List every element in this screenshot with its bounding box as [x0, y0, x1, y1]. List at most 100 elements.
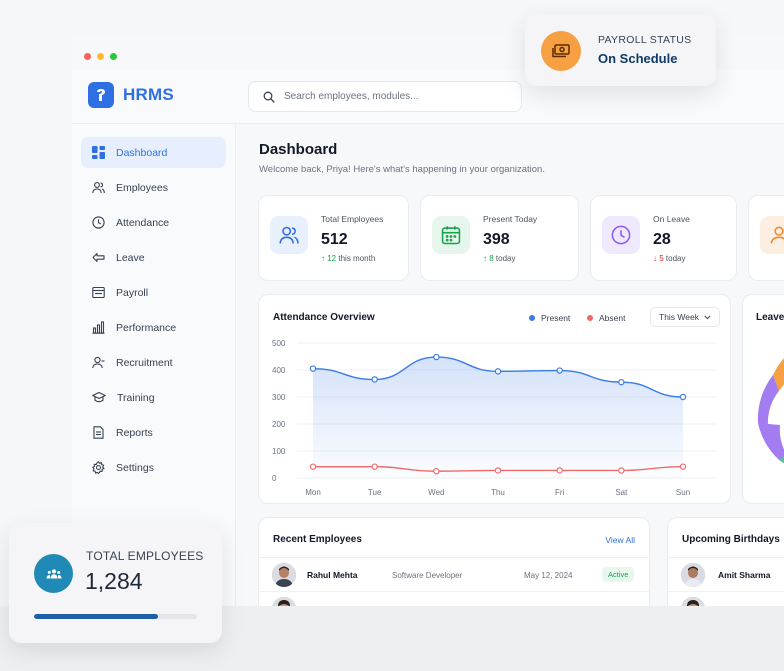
- sidebar-item-training[interactable]: Training: [81, 382, 226, 413]
- x-tick-label: Tue: [368, 488, 382, 497]
- maximize-window-dot[interactable]: [110, 53, 117, 60]
- sidebar-item-attendance[interactable]: Attendance: [81, 207, 226, 238]
- team-icon: [34, 554, 73, 593]
- sidebar-item-leave[interactable]: Leave: [81, 242, 226, 273]
- stat-card-on-leave[interactable]: On Leave 28 ↓ 5 today: [590, 195, 737, 281]
- x-tick-label: Mon: [305, 488, 321, 497]
- donut-segment-purple-2: [758, 423, 784, 460]
- user-search-icon: [92, 356, 105, 369]
- clock-icon: [602, 216, 640, 254]
- stat-card-total-employees[interactable]: Total Employees 512 ↑ 12 this month: [258, 195, 409, 281]
- money-icon: [541, 31, 581, 71]
- legend-present[interactable]: Present: [529, 313, 570, 323]
- payroll-status-value: On Schedule: [598, 51, 678, 66]
- users-icon: [92, 182, 105, 194]
- progress-fill: [34, 614, 158, 619]
- present-point: [556, 367, 563, 374]
- sidebar-item-label: Performance: [116, 321, 177, 334]
- sidebar-item-label: Payroll: [116, 286, 149, 299]
- present-point: [433, 353, 440, 361]
- sidebar-item-employees[interactable]: Employees: [81, 172, 226, 203]
- leave-arrow-icon: [92, 252, 105, 263]
- status-badge: Active: [602, 567, 635, 582]
- avatar: [272, 563, 296, 587]
- user-icon: [760, 216, 784, 254]
- view-all-link[interactable]: View All: [605, 535, 635, 545]
- y-tick-label: 0: [272, 474, 277, 483]
- absent-point: [309, 463, 317, 470]
- app-logo[interactable]: HRMS: [88, 82, 174, 108]
- x-tick-label: Fri: [555, 488, 565, 497]
- stat-delta-value: 8: [489, 254, 494, 263]
- page-title: Dashboard: [259, 141, 338, 158]
- y-tick-label: 100: [272, 447, 286, 456]
- chevron-down-icon: [704, 314, 711, 319]
- present-point: [371, 376, 378, 383]
- sidebar-item-label: Leave: [116, 251, 145, 264]
- legend-present-label: Present: [541, 313, 571, 323]
- birthday-name: Amit Sharma: [718, 570, 771, 580]
- stat-delta-text: today: [495, 254, 516, 263]
- stat-value: 512: [321, 231, 348, 248]
- sidebar-item-label: Employees: [116, 181, 168, 194]
- stat-delta-arrow: ↑: [483, 254, 487, 263]
- logo-text: HRMS: [123, 85, 174, 104]
- stat-value: 28: [653, 231, 671, 248]
- stat-delta-arrow: ↑: [321, 254, 325, 263]
- leave-donut-chart: [757, 358, 784, 464]
- x-tick-label: Sat: [615, 488, 628, 497]
- minimize-window-dot[interactable]: [97, 53, 104, 60]
- close-window-dot[interactable]: [84, 53, 91, 60]
- employee-date: May 12, 2024: [524, 571, 573, 580]
- stat-label: On Leave: [653, 214, 690, 224]
- list-item[interactable]: Amit Sharma: [668, 557, 784, 591]
- payroll-status-card: PAYROLL STATUS On Schedule: [525, 14, 716, 86]
- sidebar-item-label: Settings: [116, 461, 154, 474]
- users-icon: [270, 216, 308, 254]
- stat-delta: ↑ 12 this month: [321, 254, 375, 263]
- calendar-icon: [432, 216, 470, 254]
- stat-delta-value: 5: [659, 254, 664, 263]
- sidebar-item-label: Reports: [116, 426, 153, 439]
- stat-value: 398: [483, 231, 510, 248]
- total-employees-label: TOTAL EMPLOYEES: [86, 549, 204, 563]
- sidebar-item-performance[interactable]: Performance: [81, 312, 226, 343]
- total-employees-card: TOTAL EMPLOYEES 1,284: [9, 523, 222, 643]
- stat-card-partial[interactable]: [748, 195, 784, 281]
- table-row[interactable]: Rahul Mehta Software Developer May 12, 2…: [259, 557, 649, 591]
- page-subtitle: Welcome back, Priya! Here's what's happe…: [259, 164, 545, 175]
- bar-chart-icon: [92, 321, 105, 334]
- upcoming-birthdays-card: Upcoming Birthdays Amit Sharma: [667, 517, 784, 621]
- recent-employees-title: Recent Employees: [273, 534, 362, 545]
- leave-distribution-card: Leave: [742, 294, 784, 504]
- search-bar[interactable]: [248, 81, 522, 112]
- sidebar-item-dashboard[interactable]: Dashboard: [81, 137, 226, 168]
- legend-absent[interactable]: Absent: [587, 313, 625, 323]
- search-input[interactable]: [284, 91, 504, 102]
- sidebar-item-label: Dashboard: [116, 146, 168, 159]
- sidebar-item-reports[interactable]: Reports: [81, 417, 226, 448]
- gear-icon: [92, 461, 105, 474]
- sidebar-item-settings[interactable]: Settings: [81, 452, 226, 483]
- payroll-status-label: PAYROLL STATUS: [598, 34, 692, 46]
- stat-delta: ↑ 8 today: [483, 254, 516, 263]
- legend-absent-label: Absent: [599, 313, 626, 323]
- avatar: [681, 563, 705, 587]
- present-point: [309, 365, 317, 372]
- attendance-line-chart: 0 100 200 300 400 500 Mon Tue Wed Thu Fri Sat Sun: [272, 339, 717, 497]
- y-tick-label: 300: [272, 393, 286, 402]
- sidebar-item-recruitment[interactable]: Recruitment: [81, 347, 226, 378]
- absent-point: [556, 467, 563, 474]
- document-icon: [93, 426, 104, 439]
- stat-card-present-today[interactable]: Present Today 398 ↑ 8 today: [420, 195, 579, 281]
- chart-title: Attendance Overview: [273, 312, 375, 323]
- sidebar-item-payroll[interactable]: Payroll: [81, 277, 226, 308]
- absent-point: [494, 467, 502, 474]
- birthdays-title: Upcoming Birthdays: [682, 534, 780, 545]
- recent-employees-card: Recent Employees View All Rahul Mehta So…: [258, 517, 650, 621]
- payroll-icon: [92, 286, 105, 299]
- employee-role: Software Developer: [392, 571, 463, 580]
- stat-delta-arrow: ↓: [653, 254, 657, 263]
- range-select-label: This Week: [659, 312, 699, 322]
- sidebar-item-label: Attendance: [116, 216, 170, 229]
